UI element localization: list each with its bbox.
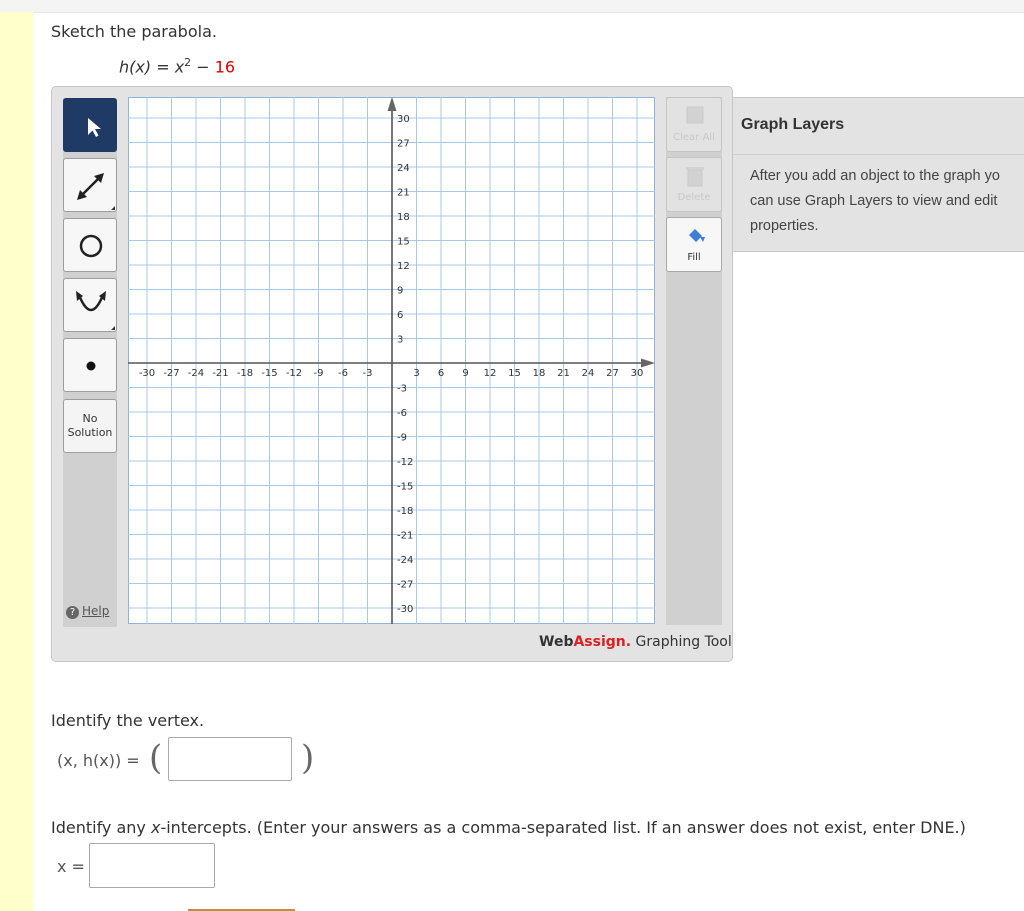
y-tick-label: -9 (397, 433, 407, 444)
equation-base: x (174, 57, 185, 77)
tool-column: No Solution ? Help (63, 98, 117, 627)
parabola-tool-button[interactable] (63, 278, 117, 332)
y-tick-label: -15 (397, 482, 413, 493)
circle-tool-button[interactable] (63, 218, 117, 272)
equation-lhs: h(x) (119, 57, 152, 77)
equation-minus: − (196, 57, 210, 77)
question-marker-strip (0, 12, 33, 911)
clear-all-button[interactable]: Clear All (666, 97, 722, 152)
pointer-tool-button[interactable] (63, 98, 117, 152)
coordinate-grid[interactable]: -30 -27 -24 -21 -18 -15 -12 -9 -6 -3 3 6 9 12 15 18 21 24… (128, 97, 655, 624)
y-tick-label: 18 (397, 212, 410, 223)
x-tick-label: 15 (508, 368, 521, 379)
graph-layers-panel: Graph Layers After you add an object to … (733, 97, 1024, 252)
y-tick-label: 3 (397, 335, 403, 346)
y-tick-label: 30 (397, 114, 410, 125)
pointer-icon (88, 118, 101, 137)
x-tick-label: 24 (582, 368, 595, 379)
fill-button[interactable]: Fill (666, 217, 722, 272)
x-intercepts-input[interactable] (89, 843, 215, 888)
x-tick-label: 18 (533, 368, 546, 379)
y-tick-label: 12 (397, 261, 410, 272)
line-segment-icon (77, 173, 115, 210)
q2-before: Identify any (51, 818, 151, 837)
x-tick-label: -6 (338, 368, 348, 379)
circle-icon (79, 234, 103, 258)
trash-icon (686, 167, 704, 187)
x-tick-label: 27 (606, 368, 619, 379)
point-tool-button[interactable] (63, 338, 117, 392)
equation-constant: 16 (214, 57, 236, 77)
equation-exponent: 2 (184, 56, 192, 69)
y-tick-label: -27 (397, 580, 413, 591)
y-tick-label: 9 (397, 286, 403, 297)
x-tick-label: -3 (363, 368, 373, 379)
no-solution-label-2: Solution (67, 426, 113, 439)
y-tick-label: -3 (397, 384, 407, 395)
x-intercepts-question: Identify any x-intercepts. (Enter your a… (51, 818, 966, 837)
x-tick-label: 12 (484, 368, 497, 379)
x-tick-label: 3 (413, 368, 419, 379)
x-intercepts-lhs: x = (57, 857, 85, 876)
vertex-lhs: (x, h(x)) = (57, 751, 140, 770)
y-tick-label: -21 (397, 531, 413, 542)
help-label: Help (82, 604, 110, 618)
vertex-input[interactable] (168, 737, 292, 781)
y-tick-label: 27 (397, 139, 410, 150)
y-tick-label: -18 (397, 506, 413, 517)
x-tick-label: -15 (261, 368, 277, 379)
brand-assign: Assign. (573, 634, 632, 650)
y-tick-label: 15 (397, 237, 410, 248)
x-tick-label: -12 (286, 368, 302, 379)
graph-layers-description: After you add an object to the graph yo … (750, 168, 1000, 234)
x-tick-label: -9 (314, 368, 324, 379)
brand-rest: Graphing Tool (631, 634, 732, 650)
y-tick-label: -24 (397, 555, 413, 566)
y-tick-label: -12 (397, 457, 413, 468)
fill-label: Fill (687, 252, 701, 263)
x-tick-label: -18 (237, 368, 253, 379)
no-solution-button[interactable]: No Solution (63, 399, 117, 453)
clear-all-label: Clear All (673, 132, 715, 143)
x-tick-label: -21 (212, 368, 228, 379)
x-tick-label: 6 (438, 368, 444, 379)
y-tick-label: -30 (397, 604, 413, 615)
q2-after: -intercepts. (Enter your answers as a co… (160, 818, 966, 837)
y-tick-label: 21 (397, 188, 410, 199)
equation: h(x) = x2 − 16 (119, 56, 235, 76)
x-tick-label: -27 (163, 368, 179, 379)
top-bar (0, 0, 1024, 13)
question-prompt: Sketch the parabola. (51, 22, 217, 41)
y-tick-label: 6 (397, 310, 403, 321)
x-tick-label: 21 (557, 368, 570, 379)
graph-layers-divider (733, 154, 1024, 155)
right-button-column: Clear All Delete Fill (666, 97, 722, 625)
help-link[interactable]: ? Help (66, 604, 109, 619)
x-tick-label: -30 (139, 368, 155, 379)
graph-layers-title: Graph Layers (741, 116, 845, 133)
vertex-open-paren: ( (149, 738, 163, 778)
y-tick-label: -6 (397, 408, 407, 419)
x-tick-label: -24 (188, 368, 204, 379)
x-tick-label: 9 (462, 368, 468, 379)
vertex-question: Identify the vertex. (51, 711, 205, 730)
parabola-icon (76, 291, 115, 330)
point-icon (86, 361, 96, 371)
delete-button[interactable]: Delete (666, 157, 722, 212)
equation-equals: = (156, 57, 170, 77)
y-tick-label: 24 (397, 163, 410, 174)
no-solution-label-1: No (82, 412, 98, 425)
clear-all-icon (686, 106, 704, 124)
line-tool-button[interactable] (63, 158, 117, 212)
webassign-branding: WebAssign. Graphing Tool (539, 634, 732, 650)
brand-web: Web (539, 634, 574, 650)
vertex-close-paren: ) (301, 738, 315, 778)
help-icon: ? (66, 606, 79, 619)
x-tick-label: 30 (631, 368, 644, 379)
paint-bucket-icon (689, 229, 705, 242)
delete-label: Delete (677, 192, 711, 203)
